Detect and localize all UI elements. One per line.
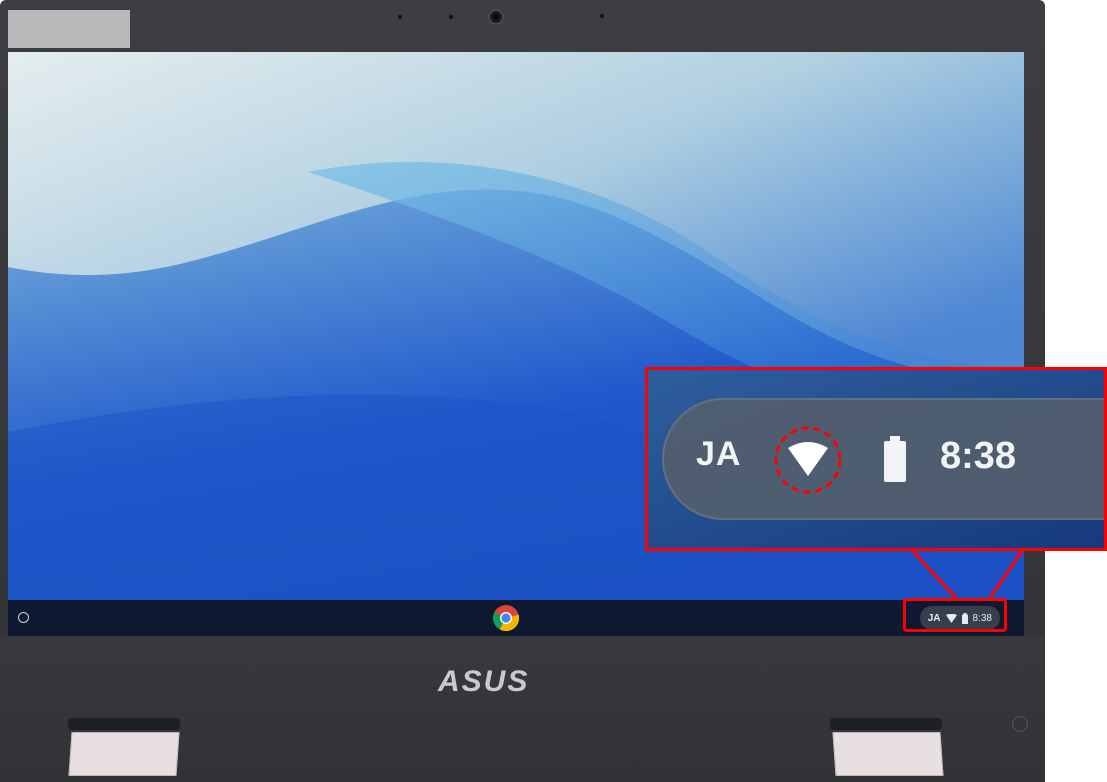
hinge-foot-left [68, 732, 180, 776]
launcher-circle-icon[interactable] [18, 612, 29, 623]
hinge-right [830, 718, 942, 730]
zoom-battery-icon [884, 436, 906, 482]
indicator-light [1012, 716, 1028, 732]
zoom-callout-panel: JA 8:38 [645, 367, 1107, 551]
zoom-clock-time: 8:38 [940, 435, 1017, 477]
chrome-icon[interactable] [492, 604, 520, 632]
sensor-dot [398, 15, 402, 19]
redacted-patch [8, 10, 130, 48]
tray-highlight-box [903, 598, 1007, 632]
laptop-bottom-bezel [0, 636, 1045, 782]
shelf-taskbar: JA 8:38 [8, 600, 1024, 636]
hinge-left [68, 718, 180, 730]
webcam-icon [488, 9, 504, 25]
asus-logo-text: ASUS [437, 666, 529, 694]
zoom-ime-language-label: JA [696, 435, 742, 473]
hinge-foot-right [832, 732, 944, 776]
asus-logo: ASUS [437, 666, 529, 694]
zoom-wifi-icon [774, 426, 842, 494]
sensor-dot [449, 15, 453, 19]
sensor-dot [600, 14, 604, 18]
